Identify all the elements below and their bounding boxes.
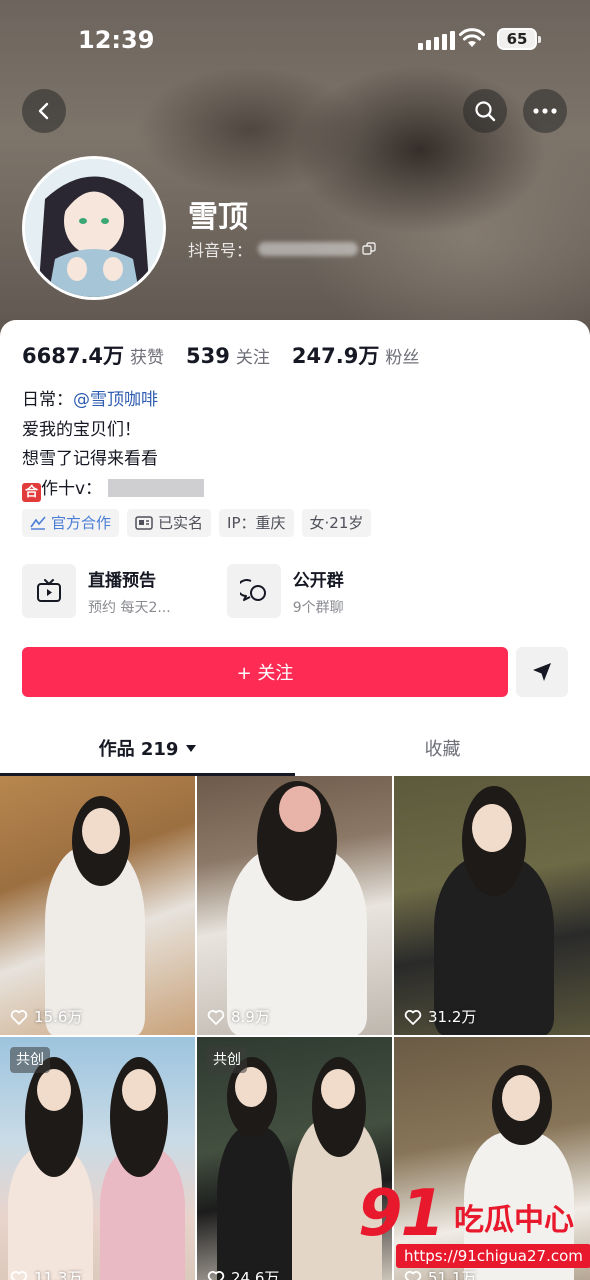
tag-verified-realname[interactable]: 已实名 [127, 509, 212, 537]
heart-icon [10, 1270, 28, 1280]
back-button[interactable] [22, 89, 66, 133]
tag-ip-location: IP：重庆 [219, 509, 294, 537]
feature-public-group[interactable]: 公开群 9个群聊 [226, 564, 344, 618]
douyin-id-value-blurred [258, 242, 359, 256]
cocreate-badge: 共创 [207, 1047, 247, 1073]
wifi-icon [458, 27, 486, 53]
heart-icon [10, 1009, 28, 1025]
stat-followers[interactable]: 247.9万 粉丝 [292, 340, 419, 370]
status-bar: 12:39 65 [0, 0, 590, 80]
watermark-brand: 91 [358, 1177, 445, 1251]
video-tile[interactable]: 8.9万 [197, 776, 392, 1035]
douyin-id: 抖音号： [188, 237, 376, 261]
more-dots-icon [533, 108, 557, 114]
profile-features: 直播预告 预约 每天2... 公开群 9个群聊 [22, 564, 344, 618]
video-likes: 24.6万 [207, 1267, 279, 1280]
contact-blurred [108, 478, 205, 497]
douyin-id-label: 抖音号： [188, 241, 253, 260]
video-likes: 8.9万 [207, 1006, 270, 1027]
official-partner-icon [30, 516, 46, 530]
content-tabs: 作品 219 收藏 [0, 720, 590, 776]
stat-following[interactable]: 539 关注 [186, 343, 270, 368]
stat-likes: 6687.4万 获赞 [22, 344, 165, 368]
video-tile[interactable]: 31.2万 [394, 776, 590, 1035]
more-button[interactable] [523, 89, 567, 133]
chat-bubbles-icon [239, 579, 266, 601]
username: 雪顶 [188, 200, 248, 235]
profile-stats: 6687.4万 获赞 539 关注 247.9万 粉丝 [22, 340, 441, 370]
tag-official-partner[interactable]: 官方合作 [22, 509, 120, 537]
battery-indicator: 65 [497, 28, 541, 50]
tab-works[interactable]: 作品 219 [0, 720, 295, 776]
signal-icon [418, 30, 455, 50]
watermark-text: 吃瓜中心 [454, 1203, 574, 1238]
tab-favorites[interactable]: 收藏 [295, 720, 590, 776]
heart-icon [207, 1270, 225, 1280]
id-card-icon [135, 516, 153, 530]
chevron-left-icon [38, 102, 49, 120]
status-time: 12:39 [78, 26, 155, 54]
bio-line-3: 想雪了记得来看看 [22, 449, 158, 469]
bio-mention-link[interactable]: @雪顶咖啡 [73, 390, 158, 410]
video-likes: 11.3万 [10, 1267, 82, 1280]
site-watermark: 91 吃瓜中心 https://91chigua27.com [358, 1177, 590, 1272]
video-likes: 15.6万 [10, 1006, 82, 1027]
profile-tags: 官方合作 已实名 IP：重庆 女·21岁 [22, 509, 372, 537]
cocreate-badge: 共创 [10, 1047, 50, 1073]
tv-icon [37, 579, 61, 602]
bio-line-2: 爱我的宝贝们！ [22, 419, 141, 440]
heart-icon [207, 1009, 225, 1025]
bio-badge-emoji: 合 [22, 482, 41, 502]
tag-gender-age: 女·21岁 [301, 509, 372, 537]
copy-icon[interactable] [362, 242, 376, 256]
video-tile[interactable]: 15.6万 [0, 776, 195, 1035]
search-button[interactable] [463, 89, 507, 133]
profile-bio: 日常：@雪顶咖啡 爱我的宝贝们！ 想雪了记得来看看 合作十v： [22, 386, 205, 505]
watermark-url: https://91chigua27.com [396, 1244, 590, 1268]
heart-icon [404, 1009, 422, 1025]
follow-button[interactable]: + 关注 [22, 647, 508, 697]
feature-live-preview[interactable]: 直播预告 预约 每天2... [22, 564, 171, 618]
search-icon [475, 101, 496, 122]
bio-line-4: 合作十v： [22, 475, 205, 505]
avatar[interactable] [22, 156, 166, 300]
profile-card: 6687.4万 获赞 539 关注 247.9万 粉丝 日常：@雪顶咖啡 爱我的… [0, 320, 590, 1280]
share-button[interactable] [516, 647, 568, 697]
send-icon [533, 663, 551, 681]
video-tile[interactable]: 共创 11.3万 [0, 1037, 195, 1280]
video-likes: 31.2万 [404, 1006, 476, 1027]
bio-line-1: 日常：@雪顶咖啡 [22, 390, 158, 410]
caret-down-icon [186, 744, 197, 752]
